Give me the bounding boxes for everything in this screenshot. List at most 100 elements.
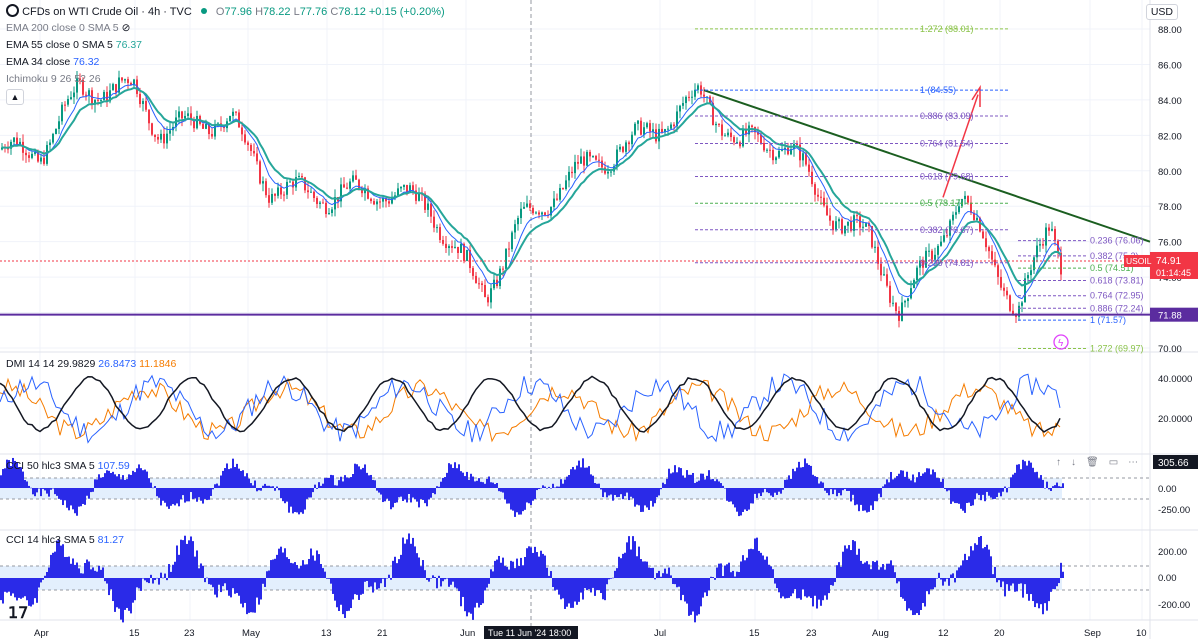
candle-body <box>64 104 66 106</box>
candle-body <box>817 194 819 197</box>
cci50-legend[interactable]: CCI 50 hlc3 SMA 5 107.59 <box>6 460 130 473</box>
cci-bar <box>1002 578 1004 582</box>
cci-bar <box>1034 578 1036 608</box>
indicator-ema55[interactable]: EMA 55 close 0 SMA 5 76.37 <box>6 39 142 52</box>
cci-bar <box>60 488 62 500</box>
cci-bar <box>258 488 260 491</box>
cci-bar <box>392 560 394 578</box>
cci-bar <box>936 578 938 579</box>
cci-bar <box>224 578 226 584</box>
cci-bar <box>470 473 472 488</box>
cci-bar <box>662 573 664 578</box>
candle-body <box>241 127 243 135</box>
chart-canvas[interactable]: 1.272 (88.01) 1 (84.55) 0.886 (83.09) 0.764… <box>0 0 1198 639</box>
cci-bar <box>216 578 218 598</box>
cci-bar <box>80 573 82 578</box>
candle-body <box>262 181 264 184</box>
indicator-value: 76.37 <box>115 39 143 51</box>
cci-bar <box>656 573 658 578</box>
collapse-legend-button[interactable]: ▲ <box>6 89 24 105</box>
cci-bar <box>1004 578 1006 597</box>
cci-bar <box>560 578 562 600</box>
cci-bar <box>178 488 180 507</box>
candle-body <box>331 209 333 213</box>
cci-bar <box>350 477 352 488</box>
candle-body <box>1045 227 1047 246</box>
cci-bar <box>830 578 832 586</box>
cci-bar <box>378 488 380 493</box>
cci-bar <box>692 472 694 488</box>
cci-bar <box>144 578 146 581</box>
cci-bar <box>240 578 242 604</box>
candle-body <box>349 181 351 189</box>
cci-bar <box>34 578 36 599</box>
candle-body <box>937 245 939 255</box>
dmi-adx-line <box>0 375 1061 433</box>
cci-bar <box>400 488 402 497</box>
cci-bar <box>568 475 570 488</box>
cci-bar <box>980 536 982 578</box>
cci-bar <box>530 488 532 505</box>
cci-bar <box>552 483 554 488</box>
cci-bar <box>248 578 250 613</box>
cci-bar <box>982 548 984 578</box>
cci-bar <box>270 486 272 488</box>
indicator-ema34[interactable]: EMA 34 close 76.32 <box>6 56 99 69</box>
cci-bar <box>314 484 316 488</box>
candle-body <box>397 188 399 196</box>
cci-bar <box>356 464 358 488</box>
cci-bar <box>682 578 684 595</box>
market-status-dot <box>200 8 207 14</box>
price-tick: 80.00 <box>1158 167 1182 178</box>
indicator-ema200[interactable]: EMA 200 close 0 SMA 5 ⊘ <box>6 22 130 35</box>
cci-bar <box>158 488 160 498</box>
time-tick: 10 <box>1136 628 1147 639</box>
cci-bar <box>354 578 356 595</box>
cci-bar <box>440 578 442 587</box>
candle-body <box>532 207 534 214</box>
candle-body <box>517 218 519 225</box>
cci-bar <box>694 578 696 623</box>
tradingview-logo-icon[interactable]: 𝟣𝟩 <box>8 603 28 623</box>
move-up-icon[interactable]: ↑ <box>1056 457 1071 468</box>
cci-bar <box>428 488 430 500</box>
currency-selector[interactable]: USD <box>1145 4 1178 20</box>
cci-bar <box>2 469 4 488</box>
candle-body <box>379 201 381 203</box>
cci-bar <box>44 488 46 491</box>
cci-bar <box>404 488 406 500</box>
cci-bar <box>496 559 498 578</box>
cci-bar <box>992 488 994 500</box>
cci-bar <box>964 553 966 578</box>
candle-body <box>565 180 567 190</box>
move-down-icon[interactable]: ↓ <box>1071 457 1086 468</box>
cci-bar <box>280 546 282 578</box>
indicator-ichimoku[interactable]: Ichimoku 9 26 52 26 <box>6 73 101 86</box>
cci-bar <box>570 578 572 608</box>
delete-icon[interactable]: 🗑 <box>1086 457 1109 468</box>
cci-bar <box>108 578 110 596</box>
cci-bar <box>140 578 142 591</box>
cci-bar <box>70 563 72 578</box>
cci-bar <box>624 488 626 497</box>
candle-body <box>928 250 930 252</box>
symbol-title[interactable]: CFDs on WTI Crude Oil · 4h · TVC <box>22 6 192 18</box>
dmi-legend[interactable]: DMI 14 14 29.9829 26.8473 11.1846 <box>6 358 176 371</box>
cci-bar <box>548 575 550 578</box>
eye-hidden-icon[interactable]: ⊘ <box>122 22 131 34</box>
maximize-icon[interactable]: ▭ <box>1109 457 1128 468</box>
cci-bar <box>252 578 254 613</box>
cci-bar <box>468 578 470 613</box>
cci-bar <box>978 488 980 496</box>
cci-bar <box>292 563 294 578</box>
cci-bar <box>546 567 548 578</box>
cci-bar <box>398 488 400 498</box>
cci-bar <box>70 488 72 506</box>
cci14-legend[interactable]: CCI 14 hlc3 SMA 5 81.27 <box>6 534 124 547</box>
cci-bar <box>768 488 770 494</box>
more-icon[interactable]: ⋯ <box>1128 457 1148 468</box>
cci-bar <box>336 578 338 608</box>
cci-bar <box>1014 472 1016 488</box>
cci-bar <box>642 488 644 512</box>
time-tick: 23 <box>806 628 817 639</box>
